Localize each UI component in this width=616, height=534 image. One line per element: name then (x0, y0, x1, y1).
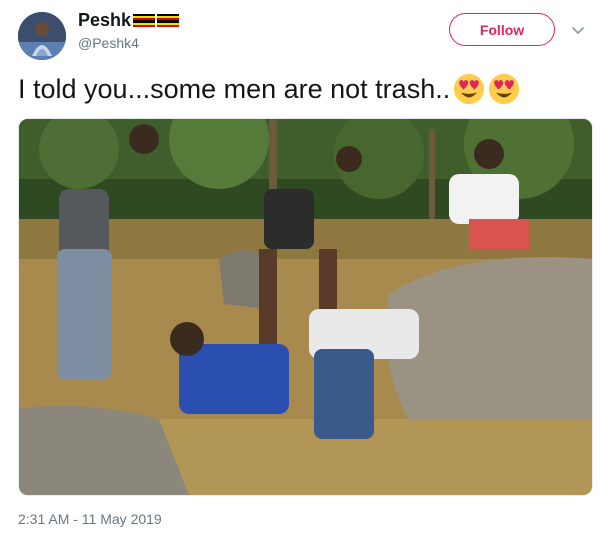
avatar[interactable] (18, 12, 66, 60)
tweet-photo[interactable] (18, 118, 593, 496)
follow-button[interactable]: Follow (449, 13, 555, 46)
tweet-text-content: I told you...some men are not trash.. (18, 74, 451, 104)
heart-eyes-emoji-icon (489, 73, 520, 105)
heart-eyes-emoji-icon (454, 73, 485, 105)
uganda-flag-icon (157, 13, 180, 28)
display-name[interactable]: Peshk (78, 10, 131, 31)
author-name-row[interactable]: Peshk (78, 10, 180, 31)
timestamp[interactable]: 2:31 AM - 11 May 2019 (18, 511, 162, 527)
uganda-flag-icon (133, 13, 156, 28)
tweet-text: I told you...some men are not trash.. (18, 72, 520, 106)
chevron-down-icon[interactable] (570, 22, 586, 38)
photo-scene (19, 119, 592, 495)
user-handle[interactable]: @Peshk4 (78, 35, 139, 51)
